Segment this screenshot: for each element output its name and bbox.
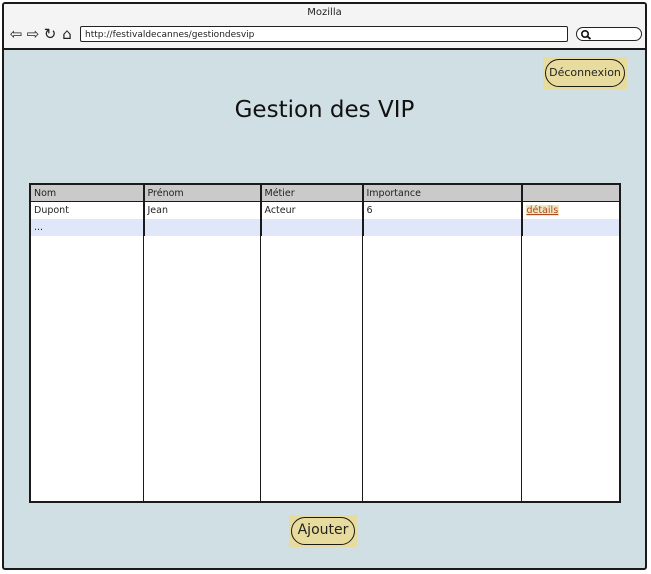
column-divider	[260, 185, 261, 501]
column-header-metier[interactable]: Métier	[261, 185, 364, 202]
table-header-row: Nom Prénom Métier Importance	[31, 185, 619, 202]
add-label: Ajouter	[291, 517, 355, 545]
column-header-action	[522, 185, 619, 202]
cell-nom: Dupont	[31, 201, 145, 219]
navigation-bar: ⇦ ⇨ ↻ ⌂ http://festivaldecannes/gestiond…	[4, 22, 645, 50]
vip-table: Nom Prénom Métier Importance Dupont Jean…	[29, 183, 621, 503]
table-row[interactable]: ...	[31, 219, 619, 236]
cell-metier: Acteur	[261, 201, 364, 219]
column-header-importance[interactable]: Importance	[363, 185, 523, 202]
reload-icon[interactable]: ↻	[42, 25, 58, 43]
logout-button[interactable]: Déconnexion	[543, 57, 627, 89]
column-divider	[362, 185, 363, 501]
back-icon[interactable]: ⇦	[8, 25, 24, 43]
vip-table-grid: Nom Prénom Métier Importance Dupont Jean…	[31, 185, 619, 236]
cell-prenom: Jean	[144, 201, 262, 219]
cell-importance: 6	[363, 201, 523, 219]
cell-nom: ...	[31, 219, 145, 236]
cell-prenom	[144, 219, 262, 236]
column-header-nom[interactable]: Nom	[31, 185, 145, 202]
cell-importance	[363, 219, 523, 236]
column-divider	[143, 185, 144, 501]
forward-icon[interactable]: ⇨	[25, 25, 41, 43]
page-title: Gestion des VIP	[234, 97, 415, 123]
browser-window: Mozilla ⇦ ⇨ ↻ ⌂ http://festivaldecannes/…	[2, 2, 647, 570]
cell-action	[522, 219, 619, 236]
details-link[interactable]: détails	[525, 205, 560, 216]
add-button[interactable]: Ajouter	[289, 515, 357, 547]
window-title: Mozilla	[4, 4, 645, 22]
logout-label: Déconnexion	[545, 59, 625, 87]
column-header-prenom[interactable]: Prénom	[144, 185, 262, 202]
cell-action: détails	[522, 202, 619, 220]
url-bar[interactable]: http://festivaldecannes/gestiondesvip	[80, 26, 568, 42]
column-divider	[521, 185, 522, 501]
home-icon[interactable]: ⌂	[59, 25, 75, 43]
search-field[interactable]	[576, 27, 642, 41]
cell-metier	[261, 219, 364, 236]
search-icon	[580, 29, 592, 40]
table-row[interactable]: Dupont Jean Acteur 6 détails	[31, 201, 619, 220]
